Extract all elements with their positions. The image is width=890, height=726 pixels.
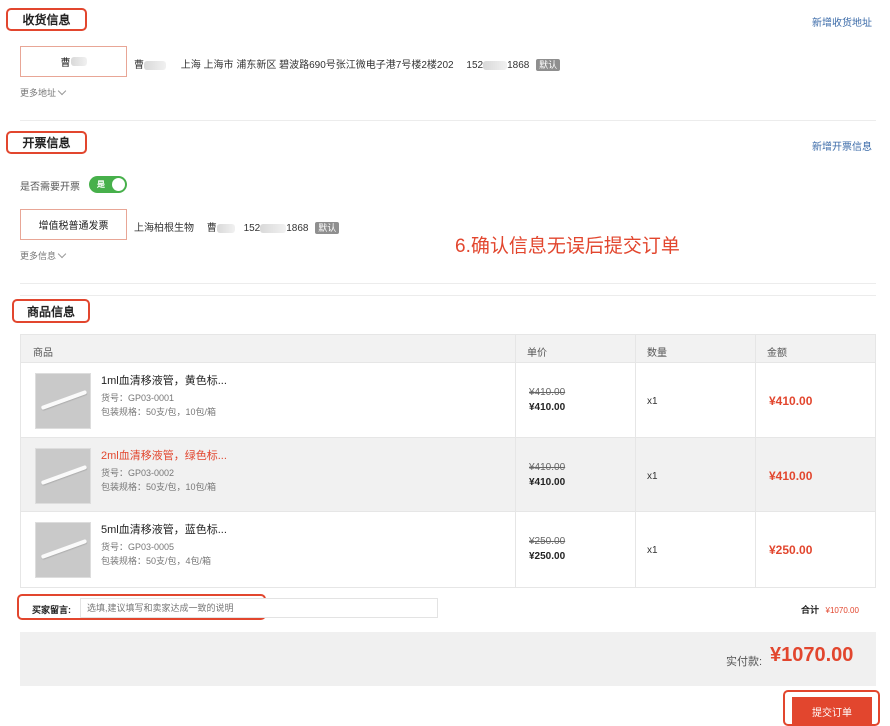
more-invoice-label: 更多信息 <box>20 251 57 261</box>
add-invoice-link[interactable]: 新增开票信息 <box>812 138 872 153</box>
column-separator <box>635 363 636 437</box>
header-unit-price: 单价 <box>527 348 547 359</box>
table-row[interactable]: 5ml血清移液管，蓝色标... 货号：GP03-0005 包装规格：50支/包，… <box>21 512 875 587</box>
table-header: 商品 单价 数量 金额 <box>21 335 875 363</box>
chevron-down-icon <box>57 249 67 259</box>
invoice-contact: 曹 <box>206 223 217 234</box>
column-separator <box>515 437 516 511</box>
payment-bar: 实付款: ¥1070.00 <box>20 632 876 686</box>
selected-address-card[interactable]: 曹 <box>20 46 127 77</box>
masked-contact <box>216 223 235 233</box>
instruction-annotation: 6.确认信息无误后提交订单 <box>455 236 680 257</box>
original-price: ¥410.00 <box>529 461 566 473</box>
recipient-name: 曹 <box>134 60 144 71</box>
column-separator <box>755 512 756 587</box>
payment-label: 实付款: <box>726 656 763 668</box>
goods-title-text: 商品信息 <box>26 304 75 319</box>
table-row[interactable]: 1ml血清移液管，黄色标... 货号：GP03-0001 包装规格：50支/包，… <box>21 363 875 438</box>
product-image[interactable] <box>35 373 91 429</box>
invoice-toggle[interactable]: 是 <box>89 176 127 193</box>
column-separator <box>515 335 516 362</box>
pipette-shape <box>40 538 88 560</box>
masked-invoice-phone <box>260 223 287 233</box>
add-shipping-address-link[interactable]: 新增收货地址 <box>812 14 872 29</box>
invoice-type-button[interactable]: 增值税普通发票 <box>20 209 127 240</box>
product-pack: 包装规格：50支/包，4包/箱 <box>101 556 212 566</box>
product-image[interactable] <box>35 447 91 504</box>
column-separator <box>755 437 756 511</box>
column-separator <box>635 437 636 511</box>
column-separator <box>515 512 516 587</box>
unit-price: ¥410.00 <box>529 402 566 413</box>
order-total: 合计 ¥1070.00 <box>801 603 859 616</box>
submit-order-button[interactable]: 提交订单 <box>792 697 872 725</box>
column-separator <box>635 512 636 587</box>
more-addresses-toggle[interactable]: 更多地址 <box>20 86 67 99</box>
product-sku: 货号：GP03-0002 <box>101 467 175 478</box>
divider <box>20 295 876 296</box>
chevron-down-icon <box>57 86 67 96</box>
invoice-need-label: 是否需要开票 <box>20 182 80 193</box>
payment-value: ¥1070.00 <box>770 644 854 666</box>
address-text: 上海 上海市 浦东新区 碧波路690号张江微电子港7号楼2楼202 <box>180 60 454 71</box>
more-invoice-toggle[interactable]: 更多信息 <box>20 249 67 262</box>
address-line: 曹 上海 上海市 浦东新区 碧波路690号张江微电子港7号楼2楼202 152 1… <box>134 56 561 71</box>
header-amount: 金额 <box>767 348 787 359</box>
invoice-detail-line: 上海柏根生物 曹 152 1868 默认 <box>134 219 340 234</box>
product-name[interactable]: 1ml血清移液管，黄色标... <box>101 372 227 388</box>
phone-suffix: 1868 <box>507 60 530 71</box>
quantity: x1 <box>647 470 658 482</box>
shipping-section-title: 收货信息 <box>6 8 87 31</box>
line-amount: ¥410.00 <box>769 394 813 408</box>
masked-phone <box>483 60 508 70</box>
default-badge: 默认 <box>536 59 561 71</box>
goods-table: 商品 单价 数量 金额 1ml血清移液管，黄色标... 货号：GP03-0001… <box>20 334 876 588</box>
header-quantity: 数量 <box>647 348 667 359</box>
original-price: ¥410.00 <box>529 387 566 398</box>
unit-price: ¥410.00 <box>529 476 566 488</box>
shipping-title-text: 收货信息 <box>22 13 71 27</box>
product-pack: 包装规格：50支/包，10包/箱 <box>101 481 217 492</box>
buyer-message-input[interactable] <box>80 598 438 618</box>
column-separator <box>755 335 756 362</box>
invoice-phone-suffix: 1868 <box>286 223 309 234</box>
buyer-message-label: 买家留言: <box>32 605 71 615</box>
original-price: ¥250.00 <box>529 536 566 547</box>
quantity: x1 <box>647 396 658 407</box>
invoice-phone-prefix: 152 <box>243 223 261 234</box>
selected-address-name: 曹 <box>60 58 71 69</box>
product-name[interactable]: 5ml血清移液管，蓝色标... <box>101 521 227 537</box>
phone-prefix: 152 <box>466 60 484 71</box>
unit-price: ¥250.00 <box>529 551 566 562</box>
toggle-label: 是 <box>97 180 105 189</box>
line-amount: ¥410.00 <box>769 468 813 483</box>
pipette-shape <box>40 389 88 411</box>
divider <box>20 283 876 284</box>
header-product: 商品 <box>33 348 53 359</box>
more-addresses-label: 更多地址 <box>20 88 57 98</box>
invoice-section-title: 开票信息 <box>6 131 87 154</box>
divider <box>20 120 876 121</box>
pipette-shape <box>40 464 88 485</box>
total-value: ¥1070.00 <box>825 606 859 615</box>
product-pack: 包装规格：50支/包，10包/箱 <box>101 407 217 417</box>
product-name[interactable]: 2ml血清移液管，绿色标... <box>101 447 227 463</box>
column-separator <box>755 363 756 437</box>
product-sku: 货号：GP03-0001 <box>101 393 175 403</box>
masked-recipient <box>144 60 166 70</box>
line-amount: ¥250.00 <box>769 543 813 557</box>
product-image[interactable] <box>35 522 91 578</box>
invoice-company: 上海柏根生物 <box>134 223 194 234</box>
invoice-title-text: 开票信息 <box>22 136 71 150</box>
goods-section-title: 商品信息 <box>12 299 90 323</box>
table-row[interactable]: 2ml血清移液管，绿色标... 货号：GP03-0002 包装规格：50支/包，… <box>21 437 875 512</box>
masked-name <box>70 57 87 66</box>
column-separator <box>635 335 636 362</box>
invoice-default-badge: 默认 <box>315 222 340 234</box>
toggle-knob <box>112 178 125 191</box>
total-label: 合计 <box>801 605 820 615</box>
quantity: x1 <box>647 545 658 556</box>
product-sku: 货号：GP03-0005 <box>101 542 175 552</box>
column-separator <box>515 363 516 437</box>
